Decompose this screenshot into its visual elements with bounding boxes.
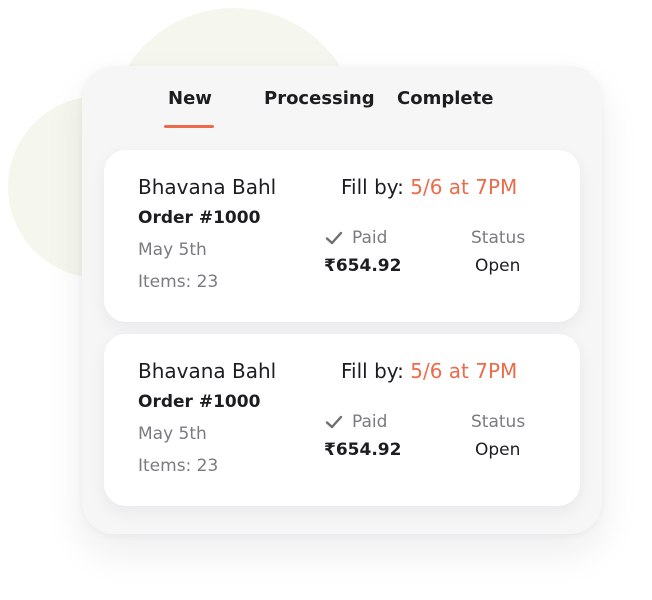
fill-by-label: Fill by: [341,359,404,383]
order-number: Order #1000 [138,208,261,228]
customer-name: Bhavana Bahl [138,175,277,199]
check-icon [325,231,343,245]
order-card[interactable]: Bhavana Bahl Order #1000 May 5th Items: … [104,334,580,506]
item-count: Items: 23 [138,456,219,476]
status-label: Status [471,228,526,248]
active-tab-indicator [164,125,214,128]
customer-name: Bhavana Bahl [138,359,277,383]
order-amount: ₹654.92 [324,256,402,276]
payment-status: Paid [324,412,387,432]
payment-status: Paid [324,228,387,248]
item-count: Items: 23 [138,272,219,292]
tab-new[interactable]: New [168,88,212,109]
fill-by-value: 5/6 at 7PM [410,359,518,383]
order-amount: ₹654.92 [324,440,402,460]
fill-by-label: Fill by: [341,175,404,199]
status-value: Open [475,440,521,460]
fill-by-value: 5/6 at 7PM [410,175,518,199]
orders-panel: New Processing Complete Bhavana Bahl Ord… [82,66,602,534]
order-tabs: New Processing Complete [82,88,602,132]
order-date: May 5th [138,424,207,444]
fill-by: Fill by: 5/6 at 7PM [341,359,517,383]
order-card[interactable]: Bhavana Bahl Order #1000 May 5th Items: … [104,150,580,322]
check-icon [325,415,343,429]
tab-processing[interactable]: Processing [264,88,375,109]
order-number: Order #1000 [138,392,261,412]
status-value: Open [475,256,521,276]
stage: New Processing Complete Bhavana Bahl Ord… [0,0,652,600]
fill-by: Fill by: 5/6 at 7PM [341,175,517,199]
payment-status-label: Paid [352,228,388,248]
order-date: May 5th [138,240,207,260]
tab-complete[interactable]: Complete [397,88,493,109]
payment-status-label: Paid [352,412,388,432]
status-label: Status [471,412,526,432]
